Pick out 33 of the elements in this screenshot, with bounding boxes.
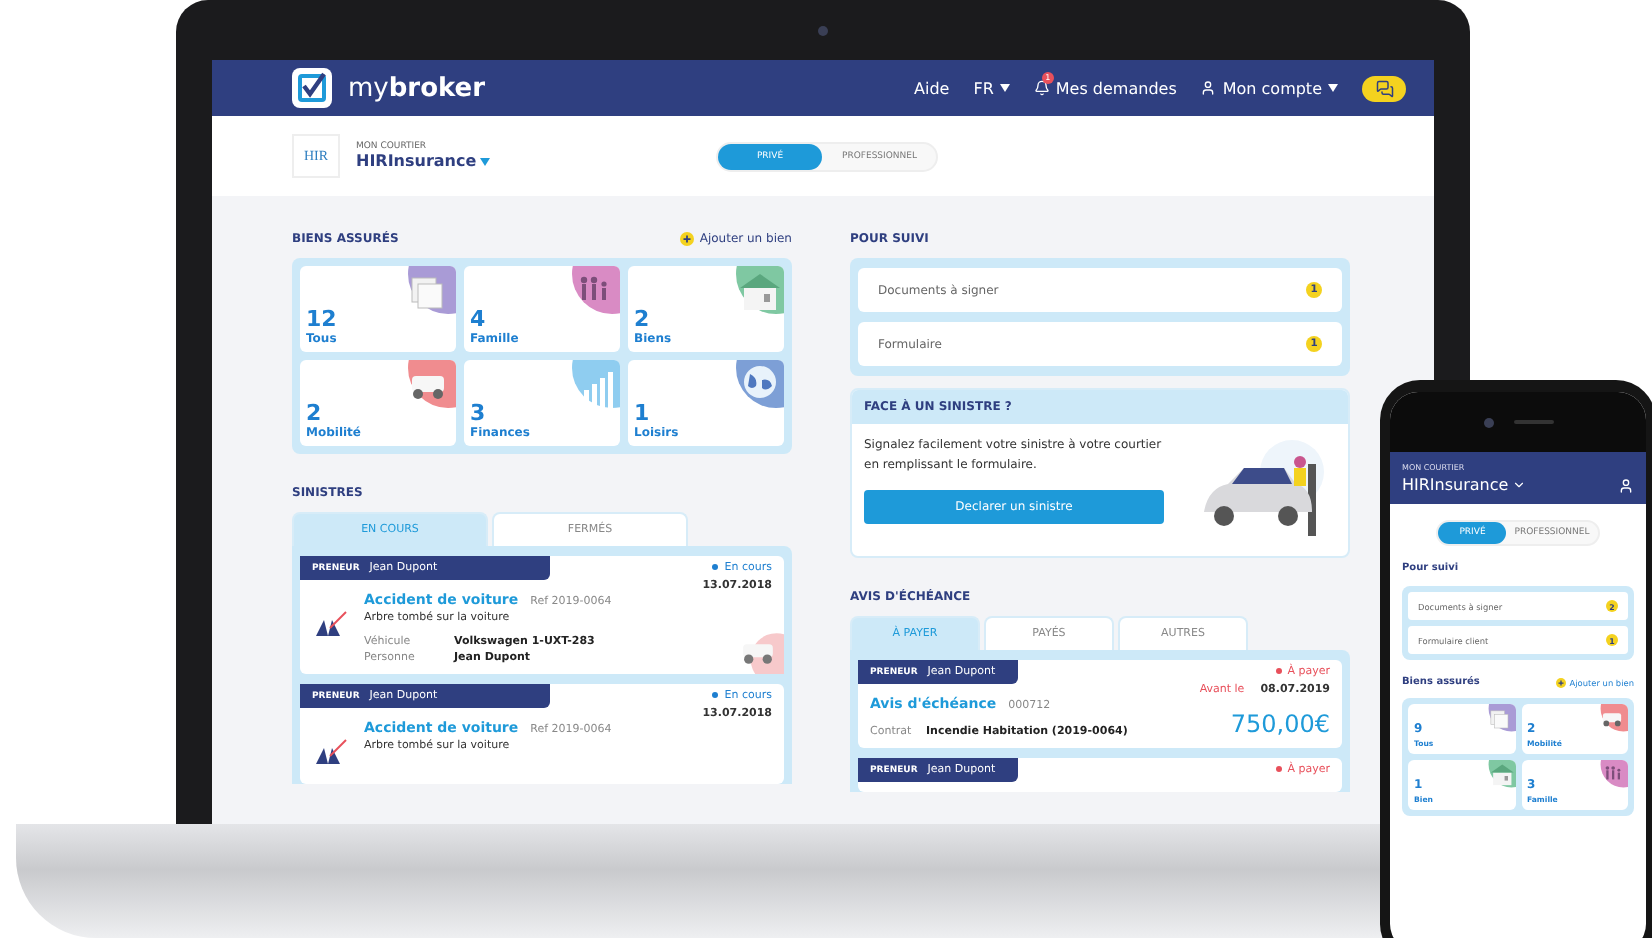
app-logo-text: mybroker	[348, 73, 486, 103]
nav-link[interactable]: Aide	[914, 79, 950, 97]
amount: 750,00€	[1230, 710, 1330, 738]
tile-count: 3	[470, 401, 488, 426]
chat-icon	[1375, 79, 1393, 97]
broker-selector[interactable]: HIRInsurance	[1402, 476, 1527, 494]
status-dot-icon	[1275, 667, 1282, 674]
caret-icon	[480, 157, 491, 165]
tile-count: 1	[634, 401, 652, 426]
plus-icon	[1555, 677, 1566, 687]
status-dot-icon	[712, 691, 719, 698]
bell-icon	[1033, 80, 1050, 96]
caret-icon	[999, 84, 1010, 92]
user-icon	[1200, 80, 1217, 96]
chat-button[interactable]	[1362, 75, 1406, 101]
camera-icon	[818, 25, 828, 35]
camera-icon	[1483, 417, 1493, 427]
chevron-icon	[1512, 478, 1527, 492]
status-dot-icon	[712, 563, 719, 570]
broker-selector[interactable]: HIRInsurance	[356, 152, 716, 170]
plus-icon	[679, 232, 694, 246]
insurer-logo-icon	[312, 610, 348, 638]
nav-link[interactable]: FR	[973, 79, 1010, 97]
tile-count: 4	[470, 307, 488, 332]
caret-icon	[1328, 84, 1338, 92]
nav-link[interactable]: Mon compte	[1200, 79, 1338, 97]
tile-count: 2	[306, 401, 324, 426]
tile-count: 12	[306, 307, 339, 332]
checkbox-logo-icon	[292, 68, 332, 108]
user-icon[interactable]	[1618, 478, 1634, 494]
status-dot-icon	[1275, 765, 1282, 772]
tile-count: 2	[634, 307, 652, 332]
insurer-logo-icon	[312, 738, 348, 766]
